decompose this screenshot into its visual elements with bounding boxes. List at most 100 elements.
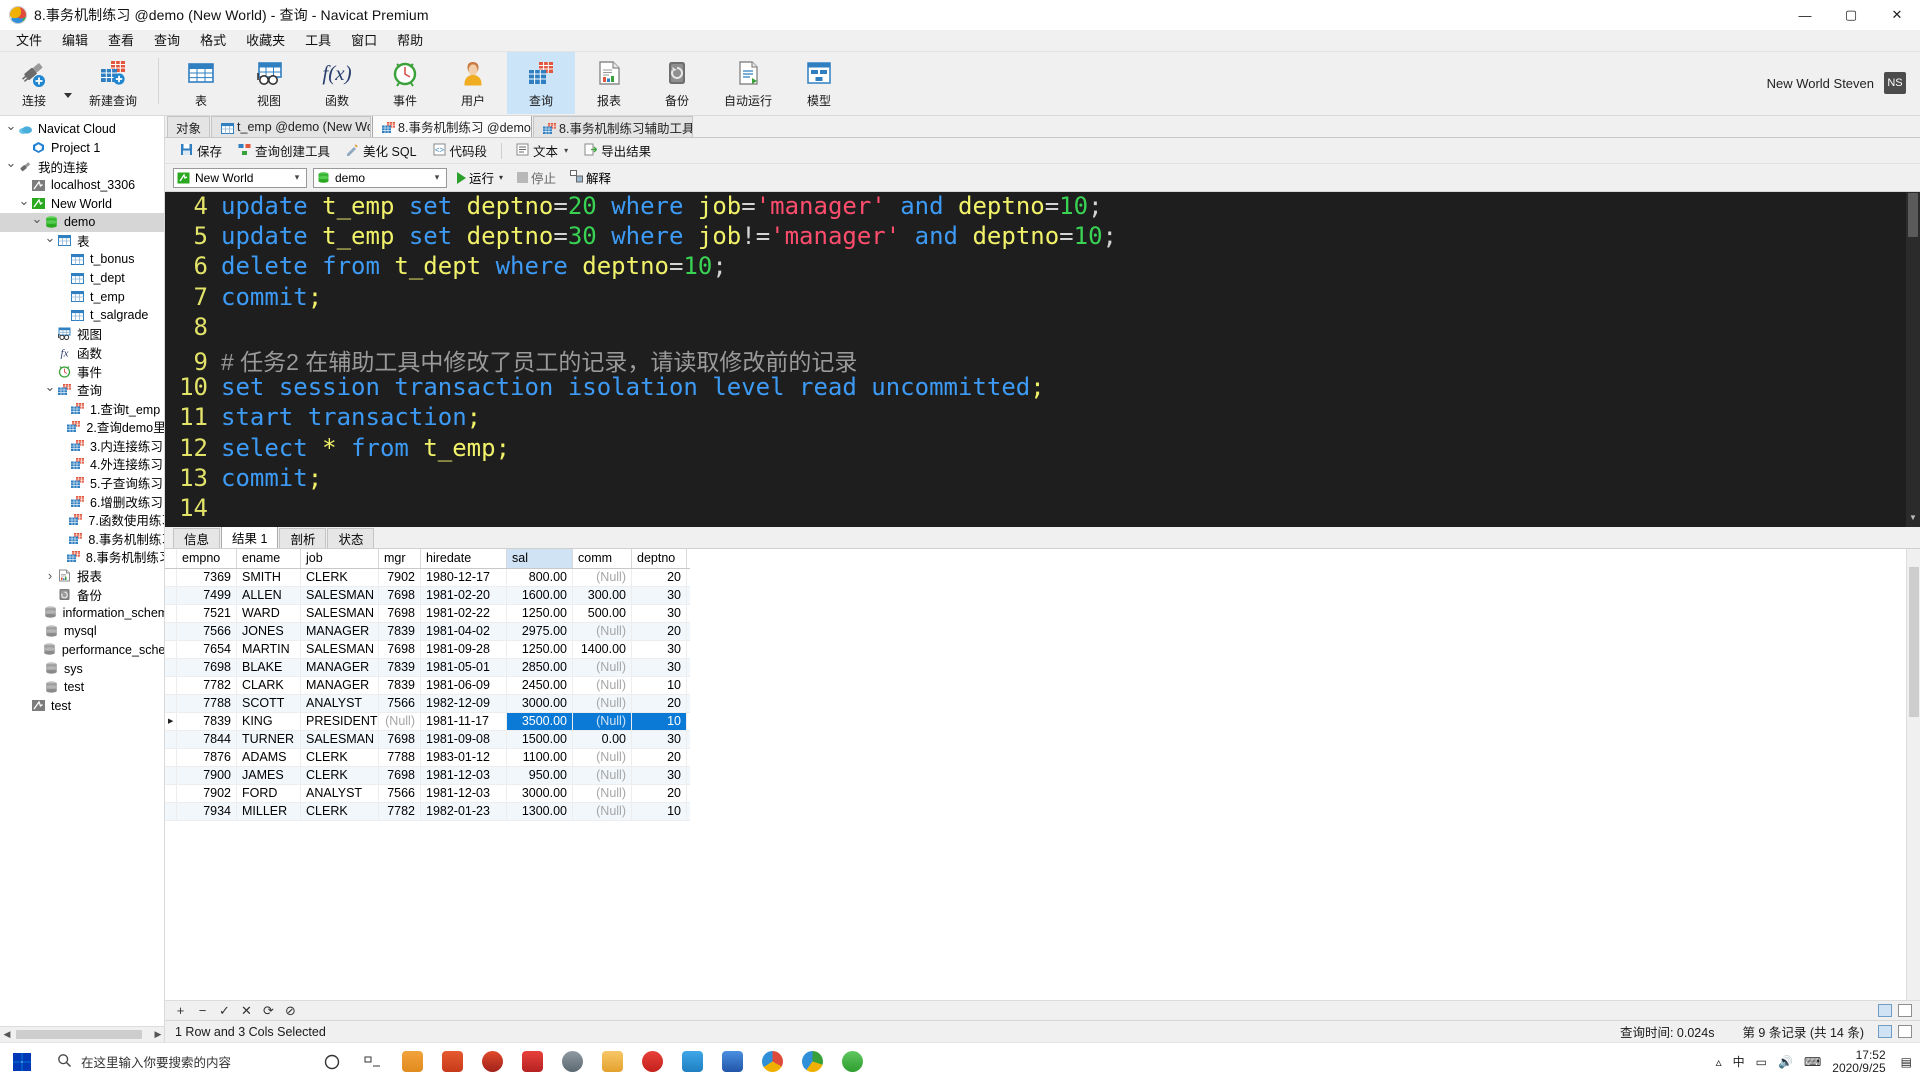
taskbar-search[interactable]: 在这里输入你要搜索的内容 [44,1043,312,1080]
grid-cell[interactable]: 7698 [379,605,421,622]
code-line[interactable]: 11 start transaction; [165,403,1906,433]
grid-cell[interactable]: 3000.00 [507,695,573,712]
grid-cell[interactable]: 30 [632,731,687,748]
table-row[interactable]: 7902 FORD ANALYST 7566 1981-12-03 3000.00 (Nul… [165,785,690,803]
grid-cell[interactable]: MANAGER [301,677,379,694]
row-marker[interactable] [165,587,177,604]
grid-cell[interactable]: 0.00 [573,731,632,748]
grid-cell[interactable]: 7900 [177,767,237,784]
grid-cell[interactable]: (Null) [573,623,632,640]
tree-item[interactable]: 事件 [0,362,164,381]
table-row[interactable]: 7839KINGPRESIDENT(Null)1981-11-173500.00… [165,713,690,731]
menu-edit[interactable]: 编辑 [52,30,98,52]
result-tab[interactable]: 信息 [173,528,221,548]
tree-item[interactable]: test [0,696,164,715]
grid-cell[interactable]: 1982-01-23 [421,803,507,820]
grid-cell[interactable]: 1981-12-03 [421,767,507,784]
scroll-track[interactable] [14,1029,151,1040]
grid-cell[interactable]: 2850.00 [507,659,573,676]
tree-item[interactable]: demo [0,212,164,232]
beautify-sql-button[interactable]: 美化 SQL [339,138,424,163]
table-row[interactable]: 7934 MILLER CLERK 7782 1982-01-23 1300.00 (Nul… [165,803,690,821]
grid-cell[interactable]: CLERK [301,569,379,586]
tree-twisty-icon[interactable] [30,219,44,225]
run-button[interactable]: 运行 ▾ [453,166,507,189]
scroll-thumb[interactable] [1908,193,1918,237]
menu-format[interactable]: 格式 [190,30,236,52]
toolbar-new-query-button[interactable]: 新建查询 [76,52,150,114]
grid-cell[interactable]: SALESMAN [301,605,379,622]
grid-cell[interactable]: 7902 [177,785,237,802]
code-line[interactable]: 6 delete from t_dept where deptno=10; [165,252,1906,282]
start-button[interactable] [0,1043,44,1080]
tree-item[interactable]: fx 函数 [0,343,164,362]
tree-item[interactable]: t_bonus [0,250,164,269]
grid-cell[interactable]: 7782 [379,803,421,820]
grid-cell[interactable]: CLERK [301,749,379,766]
app-explorer[interactable] [392,1043,432,1080]
grid-cell[interactable]: 1600.00 [507,587,573,604]
database-select[interactable]: demo ▾ [313,167,447,188]
grid-cell[interactable]: 7839 [379,677,421,694]
grid-cell[interactable]: 20 [632,569,687,586]
menu-view[interactable]: 查看 [98,30,144,52]
tree-item[interactable]: test [0,678,164,697]
table-row[interactable]: 7369 SMITH CLERK 7902 1980-12-17 800.00 (Null)… [165,569,690,587]
grid-cell[interactable]: 1250.00 [507,605,573,622]
maximize-button[interactable]: ▢ [1828,0,1874,30]
grid-column-header[interactable]: empno [177,549,237,568]
code-line[interactable]: 10 set session transaction isolation leve… [165,373,1906,403]
grid-cell[interactable]: ANALYST [301,785,379,802]
grid-cell[interactable]: CLERK [301,803,379,820]
table-row[interactable]: 7876 ADAMS CLERK 7788 1983-01-12 1100.00 (Null… [165,749,690,767]
grid-cell[interactable]: 7698 [379,767,421,784]
grid-cell[interactable]: (Null) [573,749,632,766]
tree-item[interactable]: t_emp [0,287,164,306]
tree-item[interactable]: 我的连接 [0,157,164,176]
row-marker[interactable] [165,749,177,766]
tree-item[interactable]: 2.查询demo里的表 [0,418,164,437]
code-line[interactable]: 9 # 任务2 在辅助工具中修改了员工的记录，请读取修改前的记录 [165,343,1906,376]
tree-item[interactable]: 备份 [0,585,164,604]
save-button[interactable]: 保存 [173,138,229,163]
toolbar-views-button[interactable]: 视图 [235,52,303,114]
tray-volume-icon[interactable]: 🔊 [1778,1055,1793,1069]
chevron-down-icon[interactable]: ▾ [290,172,304,183]
snippet-button[interactable]: <> 代码段 [426,138,495,163]
grid-column-header[interactable]: ename [237,549,301,568]
grid-cell[interactable]: 2450.00 [507,677,573,694]
grid-cell[interactable]: 7369 [177,569,237,586]
grid-cell[interactable]: 7698 [379,641,421,658]
grid-cell[interactable]: 10 [632,677,687,694]
row-marker[interactable] [165,641,177,658]
row-marker[interactable] [165,677,177,694]
menu-favorites[interactable]: 收藏夹 [236,30,295,52]
grid-cell[interactable]: ALLEN [237,587,301,604]
grid-cell[interactable]: 1981-09-08 [421,731,507,748]
grid-cell[interactable]: 7698 [379,731,421,748]
grid-cell[interactable]: 7934 [177,803,237,820]
grid-cell[interactable]: ANALYST [301,695,379,712]
grid-view-button[interactable] [1878,1004,1892,1017]
grid-cell[interactable]: 1981-02-22 [421,605,507,622]
grid-cell[interactable]: MARTIN [237,641,301,658]
tray-battery-icon[interactable]: ▭ [1756,1055,1767,1069]
grid-cell[interactable]: (Null) [573,803,632,820]
app-file-explorer[interactable] [592,1043,632,1080]
app-chrome[interactable] [752,1043,792,1080]
menu-query[interactable]: 查询 [144,30,190,52]
document-tab[interactable]: t_emp @demo (New World)... [211,116,372,137]
connection-dropdown-caret-icon[interactable] [64,92,72,98]
status-grid-icon[interactable] [1878,1025,1892,1038]
tray-network-icon[interactable]: ⌨ [1804,1055,1821,1069]
grid-cell[interactable]: 1981-05-01 [421,659,507,676]
tree-item[interactable]: New World [0,194,164,213]
tree-twisty-icon[interactable] [43,238,57,244]
text-mode-button[interactable]: 文本 ▾ [509,138,575,163]
grid-cell[interactable]: (Null) [573,713,632,730]
run-dropdown-caret-icon[interactable]: ▾ [499,173,503,182]
minimize-button[interactable]: — [1782,0,1828,30]
tree-item[interactable]: 7.函数使用练习 [0,510,164,529]
table-row[interactable]: 7521 WARD SALESMAN 7698 1981-02-22 1250.00 500… [165,605,690,623]
code-line[interactable]: 5 update t_emp set deptno=30 where job!='… [165,222,1906,252]
